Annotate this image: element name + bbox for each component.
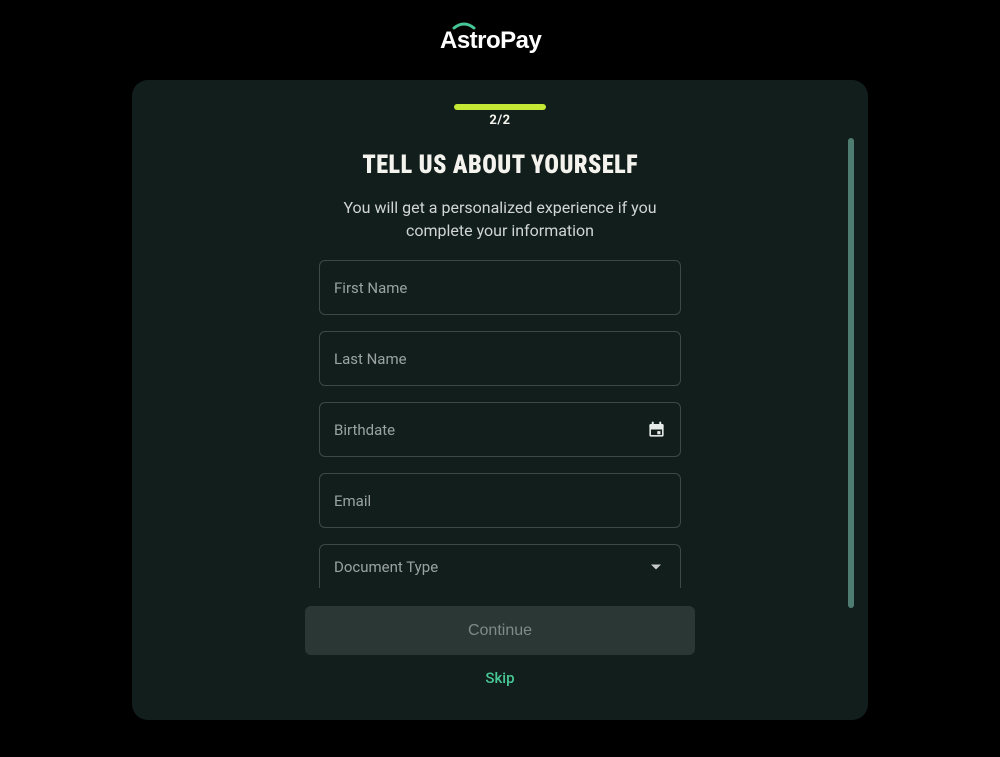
profile-form: First Name Last Name Birthdate: [319, 260, 681, 588]
first-name-placeholder: First Name: [334, 279, 407, 297]
page-subtitle: You will get a personalized experience i…: [320, 196, 680, 242]
last-name-field[interactable]: Last Name: [319, 331, 681, 386]
scrollbar-thumb[interactable]: [848, 138, 854, 608]
brand-logo: AstroPay: [440, 18, 560, 58]
birthdate-placeholder: Birthdate: [334, 421, 395, 439]
last-name-placeholder: Last Name: [334, 350, 407, 368]
dropdown-arrow-icon: [646, 557, 666, 577]
onboarding-card: 2/2 TELL US ABOUT YOURSELF You will get …: [132, 80, 868, 720]
document-type-placeholder: Document Type: [334, 558, 438, 576]
birthdate-field[interactable]: Birthdate: [319, 402, 681, 457]
progress-indicator: 2/2: [454, 104, 546, 128]
email-field[interactable]: Email: [319, 473, 681, 528]
email-placeholder: Email: [334, 492, 371, 510]
progress-step-label: 2/2: [489, 113, 510, 128]
progress-bar: [454, 104, 546, 110]
continue-button[interactable]: Continue: [305, 606, 695, 655]
page-title: TELL US ABOUT YOURSELF: [362, 150, 638, 180]
first-name-field[interactable]: First Name: [319, 260, 681, 315]
document-type-field[interactable]: Document Type: [319, 544, 681, 588]
brand-text: AstroPay: [440, 27, 543, 54]
calendar-icon[interactable]: [646, 420, 666, 440]
skip-link[interactable]: Skip: [485, 669, 514, 687]
